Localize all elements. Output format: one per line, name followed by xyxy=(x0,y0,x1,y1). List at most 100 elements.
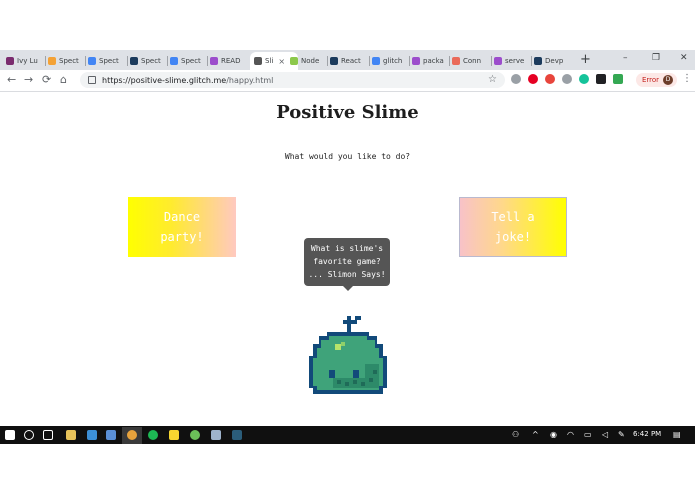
chrome-icon[interactable] xyxy=(127,430,137,440)
tab-separator xyxy=(449,56,450,66)
bubble-line2: favorite game? xyxy=(313,257,381,266)
profile-error-chip[interactable]: Error D xyxy=(636,73,678,87)
tab-label: Spect xyxy=(141,57,161,65)
sticky-notes-icon[interactable] xyxy=(169,430,179,440)
tab-separator xyxy=(531,56,532,66)
browser-menu-icon[interactable]: ⋮ xyxy=(682,73,692,84)
tab-favicon-icon xyxy=(494,57,502,65)
joke-speech-bubble: What is slime's favorite game? ... Slimo… xyxy=(304,238,390,291)
tab-label: serve xyxy=(505,57,525,65)
browser-tab[interactable]: Ivy Lu xyxy=(6,52,44,70)
extension-red-icon[interactable] xyxy=(545,74,555,84)
tab-favicon-icon xyxy=(254,57,262,65)
page-title: Positive Slime xyxy=(276,102,419,123)
star-icon[interactable]: ☆ xyxy=(488,74,497,85)
dance-party-button[interactable]: Dance party! xyxy=(128,197,236,257)
error-label: Error xyxy=(642,76,660,84)
tab-separator xyxy=(167,56,168,66)
new-tab-button[interactable]: + xyxy=(580,53,591,67)
browser-tab[interactable]: Conn xyxy=(452,52,490,70)
wifi-icon[interactable]: ◠ xyxy=(567,430,574,439)
minimize-button[interactable]: – xyxy=(623,53,628,63)
tab-favicon-icon xyxy=(452,57,460,65)
forward-button[interactable]: → xyxy=(24,73,33,87)
tab-label: Spect xyxy=(59,57,79,65)
browser-tab[interactable]: Spect xyxy=(88,52,126,70)
tab-label: READ xyxy=(221,57,241,65)
browser-tab[interactable]: READ xyxy=(210,52,246,70)
avatar: D xyxy=(663,75,674,85)
tab-favicon-icon xyxy=(372,57,380,65)
monitor-app-icon[interactable] xyxy=(211,430,221,440)
tab-separator xyxy=(369,56,370,66)
close-window-button[interactable]: ✕ xyxy=(680,53,688,63)
dance-label-line2: party! xyxy=(160,230,204,244)
taskbar-clock[interactable]: 6:42 PM xyxy=(633,430,661,438)
joke-label-line1: Tell a xyxy=(491,210,535,224)
tab-separator xyxy=(327,56,328,66)
slime-character[interactable] xyxy=(305,316,391,396)
tab-favicon-icon xyxy=(88,57,96,65)
browser-tab[interactable]: Node xyxy=(290,52,326,70)
tab-favicon-icon xyxy=(290,57,298,65)
browser-tab[interactable]: serve xyxy=(494,52,530,70)
bubble-line3: ... Slimon Says! xyxy=(308,270,386,279)
extension-w-icon[interactable] xyxy=(511,74,521,84)
browser-tab[interactable]: packa xyxy=(412,52,448,70)
grammarly-icon[interactable] xyxy=(579,74,589,84)
joke-label-line2: joke! xyxy=(494,230,532,244)
pen-icon[interactable]: ✎ xyxy=(618,430,625,439)
tab-label: Devp xyxy=(545,57,564,65)
home-button[interactable]: ⌂ xyxy=(60,73,67,87)
extension-gray-icon[interactable] xyxy=(562,74,572,84)
notifications-icon[interactable]: ▤ xyxy=(673,430,681,439)
code-editor-icon[interactable] xyxy=(232,430,242,440)
file-explorer-icon[interactable] xyxy=(66,430,76,440)
tab-label: glitch xyxy=(383,57,403,65)
app-icon[interactable] xyxy=(87,430,97,440)
extension-green-icon[interactable] xyxy=(613,74,623,84)
green-app-icon[interactable] xyxy=(190,430,200,440)
pinterest-icon[interactable] xyxy=(528,74,538,84)
tab-favicon-icon xyxy=(330,57,338,65)
tab-label: Sli xyxy=(265,57,274,65)
url-host: https://positive-slime.glitch.me xyxy=(102,75,227,85)
restore-button[interactable]: ❐ xyxy=(652,53,660,63)
browser-tab[interactable]: Spect xyxy=(170,52,206,70)
battery-icon[interactable]: ▭ xyxy=(584,430,592,439)
tab-favicon-icon xyxy=(412,57,420,65)
task-view-icon[interactable] xyxy=(43,430,53,440)
browser-tab[interactable]: Spect xyxy=(130,52,166,70)
extension-dark-icon[interactable] xyxy=(596,74,606,84)
browser-tab[interactable]: React xyxy=(330,52,368,70)
back-button[interactable]: ← xyxy=(7,73,16,87)
people-icon[interactable]: ⚇ xyxy=(512,430,519,439)
tab-favicon-icon xyxy=(6,57,14,65)
tab-label: Ivy Lu xyxy=(17,57,38,65)
tab-favicon-icon xyxy=(48,57,56,65)
volume-icon[interactable]: ◁ xyxy=(602,430,608,439)
tab-separator xyxy=(85,56,86,66)
browser-tab[interactable]: Devp xyxy=(534,52,570,70)
windows-start-icon[interactable] xyxy=(5,430,15,440)
network-app-icon[interactable] xyxy=(106,430,116,440)
chevron-up-icon[interactable]: ^ xyxy=(532,430,539,439)
search-icon[interactable] xyxy=(24,430,34,440)
tab-separator xyxy=(491,56,492,66)
browser-tab[interactable]: glitch xyxy=(372,52,408,70)
prompt-text: What would you like to do? xyxy=(284,152,411,161)
tab-label: Spect xyxy=(99,57,119,65)
tab-label: Conn xyxy=(463,57,482,65)
reload-button[interactable]: ⟳ xyxy=(42,73,51,87)
tab-separator xyxy=(45,56,46,66)
tab-separator xyxy=(409,56,410,66)
tell-joke-button[interactable]: Tell a joke! xyxy=(459,197,567,257)
dance-label-line1: Dance xyxy=(163,210,201,224)
browser-tab[interactable]: Spect xyxy=(48,52,84,70)
discord-tray-icon[interactable]: ◉ xyxy=(550,430,557,439)
tab-label: Node xyxy=(301,57,320,65)
address-bar[interactable]: https://positive-slime.glitch.me/happy.h… xyxy=(80,72,505,88)
tab-close-icon[interactable]: × xyxy=(278,57,285,66)
url-path: /happy.html xyxy=(226,75,274,85)
spotify-icon[interactable] xyxy=(148,430,158,440)
